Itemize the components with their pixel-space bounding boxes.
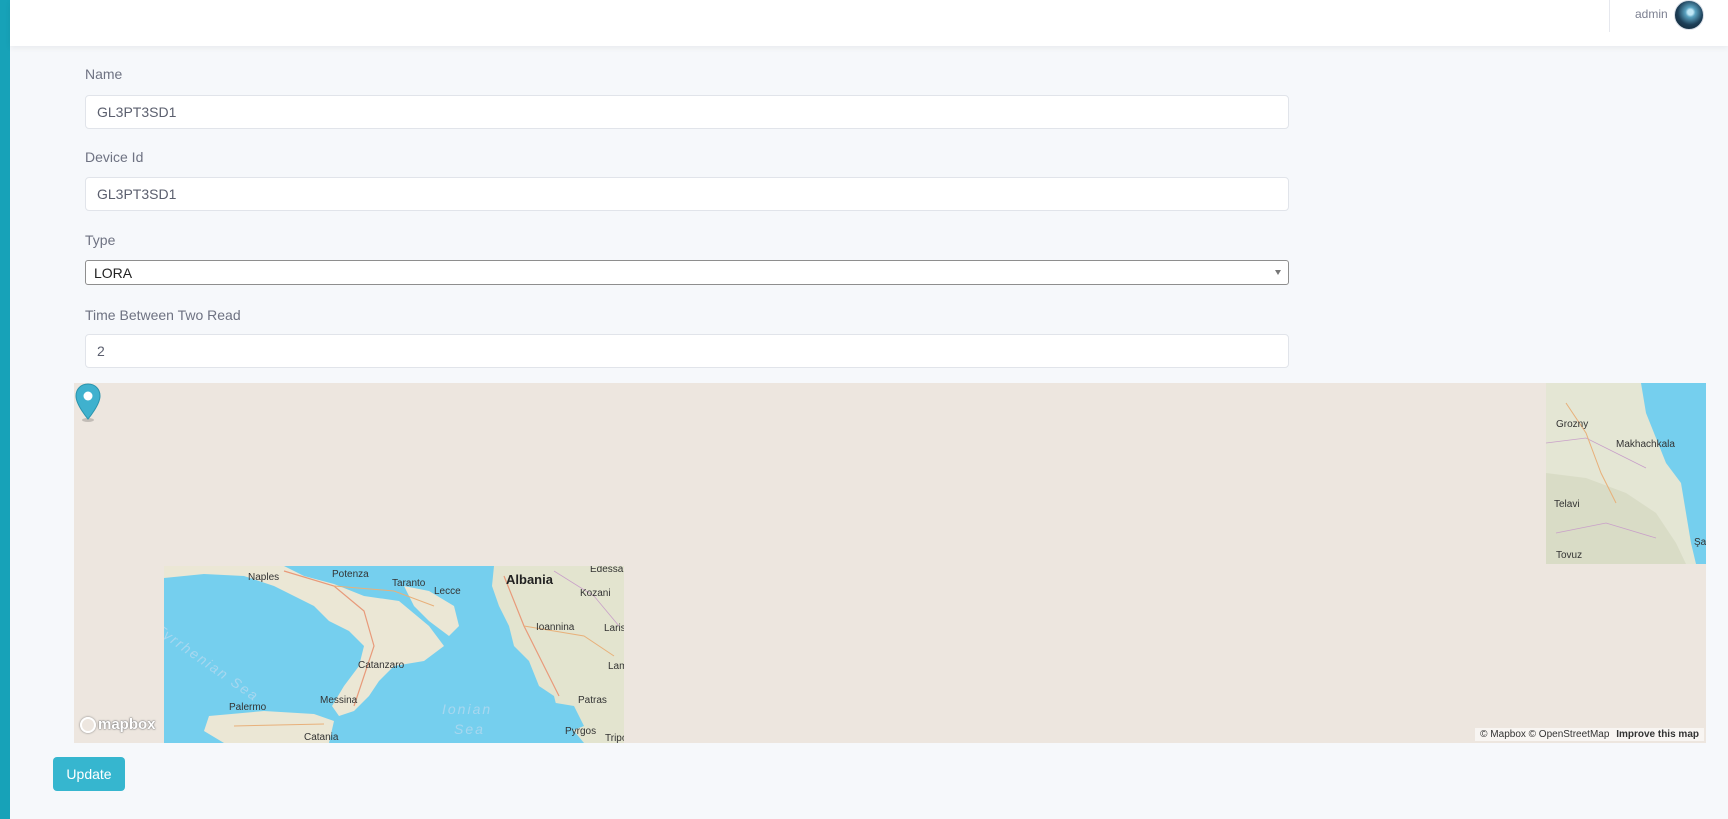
map-label-taranto: Taranto [392, 578, 426, 589]
update-button[interactable]: Update [53, 757, 125, 791]
map-label-catania: Catania [304, 732, 339, 743]
map-label-tripoli: Tripoli [605, 733, 624, 743]
navbar-divider [1609, 0, 1610, 32]
map-label-pyrgos: Pyrgos [565, 726, 597, 737]
map-attribution: © Mapbox © OpenStreetMap Improve this ma… [1475, 728, 1704, 741]
time-between-input-value: 2 [97, 343, 105, 359]
map-marker-icon[interactable] [74, 383, 102, 423]
mapbox-logo-icon [80, 716, 96, 733]
map-label-potenza: Potenza [332, 569, 369, 580]
map-label-makhachkala: Makhachkala [1616, 439, 1675, 450]
map-label-lecce: Lecce [434, 586, 461, 597]
device-id-input[interactable]: GL3PT3SD1 [85, 177, 1289, 211]
map-label-naples: Naples [248, 572, 280, 583]
map-label-larissa: Larissa [604, 623, 624, 634]
attribution-text[interactable]: © Mapbox © OpenStreetMap [1480, 729, 1609, 740]
map-tile-italy-greece: Naples Potenza Taranto Lecce Albania Ede… [164, 566, 624, 743]
map-label-grozny: Grozny [1556, 419, 1589, 430]
map-tile-caucasus: Grozny Makhachkala Telavi Tovuz Şa [1546, 383, 1706, 564]
map-label-albania: Albania [506, 572, 553, 587]
map-tile-italy-greece-graphic [164, 566, 624, 743]
user-name[interactable]: admin [1635, 7, 1668, 21]
type-select[interactable]: LORA [85, 260, 1289, 285]
map-label-tovuz: Tovuz [1556, 550, 1583, 561]
map-label-telavi: Telavi [1554, 499, 1580, 510]
device-id-label: Device Id [85, 149, 144, 165]
user-avatar-icon[interactable] [1674, 0, 1704, 30]
map-label-ionian: Ionian [442, 701, 493, 717]
map-label-palermo: Palermo [229, 702, 267, 713]
map-label-kozani: Kozani [580, 588, 611, 599]
top-navbar: admin [10, 0, 1728, 46]
map-label-shamakhi-partial: Şa [1694, 537, 1706, 548]
name-input[interactable]: GL3PT3SD1 [85, 95, 1289, 129]
mapbox-logo-text: mapbox [98, 716, 156, 733]
name-label: Name [85, 66, 123, 82]
map-label-messina: Messina [320, 695, 358, 706]
type-label: Type [85, 232, 116, 248]
map-label-edessa: Edessa [590, 566, 624, 575]
map-label-catanzaro: Catanzaro [358, 660, 405, 671]
map-label-patras: Patras [578, 695, 607, 706]
chevron-down-icon [1275, 270, 1281, 275]
location-map[interactable]: Naples Potenza Taranto Lecce Albania Ede… [74, 383, 1706, 743]
name-input-value: GL3PT3SD1 [97, 104, 177, 120]
time-between-label: Time Between Two Read [85, 307, 241, 323]
map-label-sea: Sea [454, 721, 485, 737]
time-between-input[interactable]: 2 [85, 334, 1289, 368]
type-select-value: LORA [94, 264, 133, 281]
map-label-lamia: Lamia [608, 661, 624, 672]
sidebar-accent-strip [0, 0, 10, 819]
improve-map-link[interactable]: Improve this map [1616, 729, 1699, 740]
mapbox-logo[interactable]: mapbox [80, 716, 156, 733]
map-label-ioannina: Ioannina [536, 622, 575, 633]
map-tile-caucasus-graphic [1546, 383, 1706, 564]
device-id-input-value: GL3PT3SD1 [97, 186, 177, 202]
